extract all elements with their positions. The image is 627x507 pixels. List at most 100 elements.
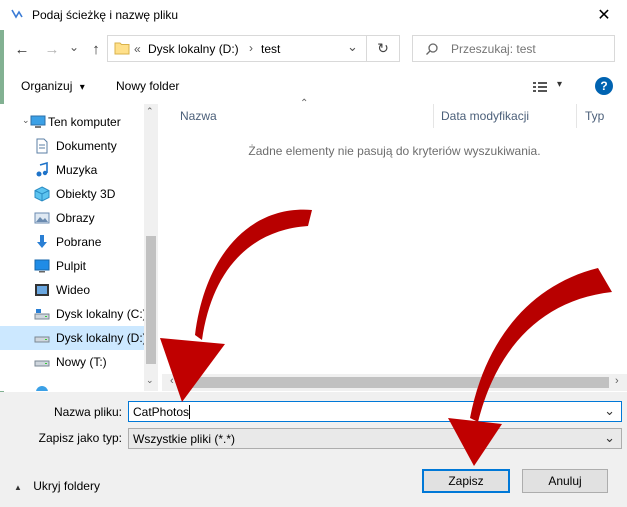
sidebar-item-drive-c[interactable]: Dysk lokalny (C:) [0, 302, 147, 326]
music-icon [36, 162, 48, 177]
sidebar-item-label: Nowy (T:) [56, 355, 107, 369]
sidebar-item-network-partial[interactable] [0, 380, 145, 391]
pictures-icon [34, 212, 50, 224]
sort-ascending-icon: ⌃ [300, 98, 309, 109]
sidebar-item-label: Dysk lokalny (D:) [56, 331, 147, 345]
forward-button[interactable]: → [42, 39, 62, 59]
column-header-name[interactable]: Nazwa [180, 109, 217, 133]
scroll-up-icon[interactable]: ⌃ [146, 106, 154, 117]
sidebar-item-this-pc[interactable]: ⌄ Ten komputer [0, 110, 145, 134]
organize-menu[interactable]: Organizuj ▾ [21, 79, 85, 93]
scroll-down-icon[interactable]: ⌄ [146, 375, 154, 386]
sidebar-item-label: Muzyka [56, 163, 98, 177]
title-bar: Podaj ścieżkę i nazwę pliku ✕ [0, 0, 627, 30]
breadcrumb-overflow[interactable]: « [134, 42, 141, 56]
column-header-modified[interactable]: Data modyfikacji [441, 109, 529, 133]
navigation-pane: ⌄ Ten komputer Dokumenty Muzyka Obiekty … [0, 104, 158, 391]
search-box[interactable] [412, 35, 615, 62]
chevron-down-icon: ⌄ [68, 40, 80, 54]
filename-label: Nazwa pliku: [53, 405, 122, 419]
video-icon [35, 284, 49, 296]
text-cursor [189, 405, 190, 419]
sidebar-item-label: Pulpit [56, 259, 87, 273]
sidebar-item-downloads[interactable]: Pobrane [0, 230, 145, 254]
sidebar-item-label: Ten komputer [48, 115, 121, 129]
desktop-icon [34, 259, 50, 273]
sidebar-item-label: Obiekty 3D [56, 187, 116, 201]
filename-value: CatPhotos [133, 405, 190, 419]
save-button[interactable]: Zapisz [422, 469, 510, 493]
sidebar-item-label: Obrazy [56, 211, 95, 225]
filename-field[interactable]: CatPhotos ⌄ [128, 401, 622, 422]
empty-folder-message: Żadne elementy nie pasują do kryteriów w… [248, 144, 541, 158]
documents-icon [36, 138, 48, 154]
search-input[interactable] [451, 40, 606, 57]
caret-down-icon: ▾ [79, 82, 85, 93]
sidebar-item-drive-d[interactable]: Dysk lokalny (D:) [0, 326, 147, 350]
file-list: ⌃ Nazwa Data modyfikacji Typ Żadne eleme… [162, 98, 627, 391]
collapse-up-icon: ▲ [14, 483, 22, 492]
close-icon: ✕ [597, 7, 611, 24]
sidebar-item-label: Dokumenty [56, 139, 117, 153]
recent-locations-button[interactable]: ⌄ [64, 37, 84, 57]
up-arrow-icon: ↑ [92, 40, 100, 58]
column-divider[interactable] [433, 104, 434, 128]
address-bar[interactable]: « Dysk lokalny (D:) › test ⌄ [107, 35, 367, 62]
sidebar-item-documents[interactable]: Dokumenty [0, 134, 145, 158]
window-title: Podaj ścieżkę i nazwę pliku [32, 8, 179, 22]
sidebar-item-video[interactable]: Wideo [0, 278, 145, 302]
address-history-chevron-icon[interactable]: ⌄ [347, 39, 358, 55]
details-view-icon [533, 82, 547, 92]
computer-icon [30, 115, 46, 128]
sidebar-item-music[interactable]: Muzyka [0, 158, 145, 182]
hide-folders-label: Ukryj foldery [33, 479, 100, 493]
organize-label: Organizuj [21, 79, 73, 93]
scroll-left-icon[interactable]: ‹ [170, 375, 174, 387]
close-button[interactable]: ✕ [581, 0, 627, 30]
drive-c-icon [34, 309, 50, 320]
file-list-scrollbar-thumb[interactable] [185, 377, 609, 388]
scroll-right-icon[interactable]: › [615, 375, 619, 387]
sidebar-item-3d-objects[interactable]: Obiekty 3D [0, 182, 145, 206]
sidebar-item-drive-t[interactable]: Nowy (T:) [0, 350, 145, 374]
breadcrumb-separator[interactable]: › [249, 41, 253, 55]
help-icon: ? [600, 79, 608, 93]
new-folder-button[interactable]: Nowy folder [116, 79, 179, 93]
app-icon [11, 9, 23, 19]
forward-arrow-icon: → [44, 40, 60, 58]
navigation-scrollbar-thumb[interactable] [146, 236, 156, 364]
search-icon [426, 43, 438, 55]
network-icon [36, 386, 48, 391]
breadcrumb-drive-d[interactable]: Dysk lokalny (D:) [148, 42, 239, 56]
chevron-down-icon[interactable]: ⌄ [604, 403, 615, 419]
filetype-label: Zapisz jako typ: [38, 431, 122, 445]
new-folder-label: Nowy folder [116, 79, 180, 93]
sidebar-item-desktop[interactable]: Pulpit [0, 254, 145, 278]
folder-icon [114, 42, 130, 55]
cancel-button[interactable]: Anuluj [522, 469, 608, 493]
drive-d-icon [34, 336, 50, 343]
view-options-button[interactable]: ▾ [532, 79, 568, 95]
sidebar-item-label: Wideo [56, 283, 91, 297]
filetype-value: Wszystkie pliki (*.*) [133, 432, 236, 446]
back-button[interactable]: ← [12, 39, 32, 59]
column-divider[interactable] [576, 104, 577, 128]
refresh-icon: ↻ [377, 40, 389, 56]
sidebar-item-label: Pobrane [56, 235, 102, 249]
chevron-down-icon: ⌄ [604, 430, 615, 445]
3d-objects-icon [34, 186, 50, 202]
help-button[interactable]: ? [595, 77, 613, 95]
hide-folders-button[interactable]: ▲ Ukryj foldery [14, 479, 100, 493]
refresh-button[interactable]: ↻ [367, 35, 400, 62]
drive-t-icon [34, 360, 50, 367]
column-header-type[interactable]: Typ [585, 109, 604, 133]
back-arrow-icon: ← [14, 40, 30, 58]
sidebar-item-label: Dysk lokalny (C:) [56, 307, 147, 321]
sidebar-item-pictures[interactable]: Obrazy [0, 206, 145, 230]
collapse-chevron-icon[interactable]: ⌄ [22, 115, 30, 126]
up-button[interactable]: ↑ [86, 39, 106, 59]
breadcrumb-test[interactable]: test [261, 42, 280, 56]
filetype-select[interactable]: Wszystkie pliki (*.*) ⌄ [128, 428, 622, 449]
caret-down-icon: ▾ [557, 79, 563, 90]
downloads-icon [37, 235, 47, 248]
